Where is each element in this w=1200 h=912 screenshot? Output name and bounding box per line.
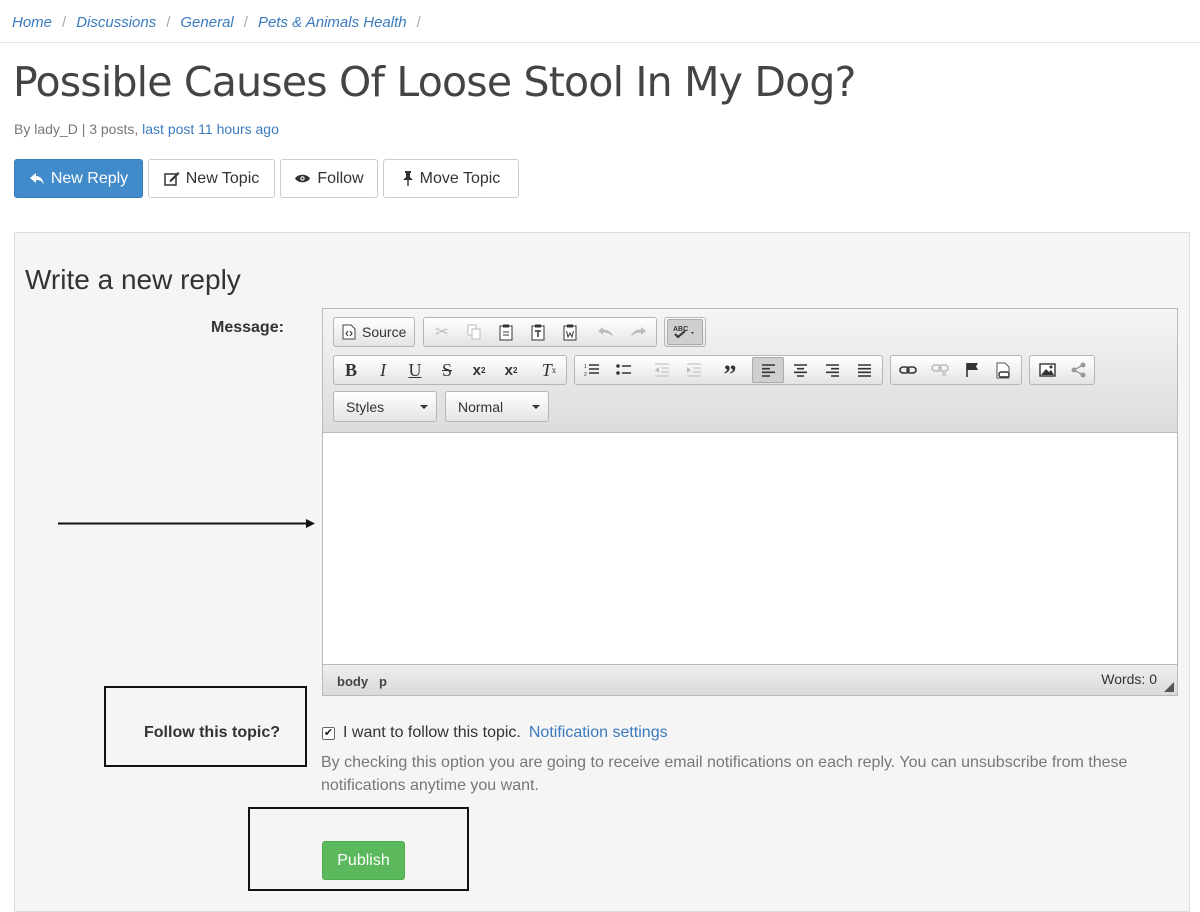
chevron-down-icon [420,405,428,409]
svg-text:2: 2 [584,372,587,377]
image-icon[interactable] [1031,357,1063,383]
paste-icon[interactable] [490,319,522,345]
follow-checkbox[interactable]: ✔ [322,726,335,740]
format-dropdown[interactable]: Normal [445,391,549,422]
breadcrumb-separator: / [416,14,421,31]
move-topic-button[interactable]: Move Topic [383,159,519,198]
link-icon[interactable] [892,357,924,383]
pushpin-icon [402,171,413,186]
svg-text:1: 1 [584,364,587,370]
follow-topic-label: Follow this topic? [144,724,280,741]
file-link-icon[interactable] [988,357,1020,383]
numbered-list-icon[interactable]: 12 [576,357,608,383]
message-label: Message: [211,319,284,336]
bulleted-list-icon[interactable] [608,357,640,383]
paste-word-icon[interactable] [554,319,586,345]
breadcrumb-separator: / [62,14,67,31]
links-group [890,355,1022,385]
cut-icon[interactable]: ✂ [426,319,458,345]
last-post-link[interactable]: last post 11 hours ago [142,121,279,137]
indent-icon[interactable] [678,357,710,383]
topic-meta-author: By lady_D | 3 posts, [14,121,139,137]
paste-text-icon[interactable] [522,319,554,345]
blockquote-icon[interactable]: ” [714,357,746,389]
styles-label: Styles [346,399,385,415]
remove-format-icon[interactable]: Tx [533,357,565,383]
strikethrough-icon[interactable]: S [431,357,463,383]
follow-button[interactable]: Follow [280,159,378,198]
editor-content-area[interactable] [323,433,1177,664]
copy-icon[interactable] [458,319,490,345]
breadcrumb-separator: / [166,14,171,31]
breadcrumb-home[interactable]: Home [12,14,52,31]
format-label: Normal [458,399,504,415]
new-topic-button[interactable]: New Topic [148,159,275,198]
reply-heading: Write a new reply [25,264,241,295]
follow-help-text: By checking this option you are going to… [321,754,1128,794]
new-topic-label: New Topic [185,169,260,187]
follow-checkbox-label: I want to follow this topic. [343,724,521,741]
reply-icon [29,172,44,185]
source-icon [342,324,356,340]
anchor-flag-icon[interactable] [956,357,988,383]
spellcheck-group: ABC [664,317,706,347]
chevron-down-icon [532,405,540,409]
eye-icon [295,174,311,183]
annotation-arrow [58,519,315,528]
path-body[interactable]: body [337,674,368,689]
notification-settings-link[interactable]: Notification settings [529,724,668,742]
undo-icon[interactable] [590,319,622,345]
move-topic-label: Move Topic [419,169,501,187]
bold-icon[interactable]: B [335,357,367,383]
spellcheck-icon[interactable]: ABC [667,319,703,345]
justify-icon[interactable] [848,357,880,383]
superscript-icon[interactable]: x2 [495,357,527,383]
breadcrumb-separator: / [243,14,248,31]
edit-icon [163,172,180,186]
clipboard-group: ✂ [423,317,657,347]
resize-handle-icon[interactable] [1164,682,1174,692]
align-right-icon[interactable] [816,357,848,383]
svg-text:ABC: ABC [673,326,688,333]
source-group: Source [333,317,415,347]
message-editor: Source ✂ ABC B I U S x 2 x 2 T x 1 2 ” S… [322,308,1178,696]
editor-toolbar: Source ✂ ABC B I U S x 2 x 2 T x 1 2 ” S… [323,309,1177,433]
new-reply-label: New Reply [50,169,129,187]
follow-label: Follow [317,169,364,187]
breadcrumb-general[interactable]: General [180,14,233,31]
subscript-icon[interactable]: x2 [463,357,495,383]
publish-button[interactable]: Publish [322,841,405,880]
breadcrumb-pets-animals-health[interactable]: Pets & Animals Health [258,14,407,31]
italic-icon[interactable]: I [367,357,399,383]
checkmark-icon: ✔ [323,726,334,739]
outdent-icon[interactable] [646,357,678,383]
breadcrumb: Home / Discussions / General / Pets & Animals … [0,0,1200,43]
new-reply-button[interactable]: New Reply [14,159,143,198]
basic-styles-group: B I U S x2 x2 Tx [333,355,567,385]
insert-group [1029,355,1095,385]
align-left-icon[interactable] [752,357,784,383]
topic-meta: By lady_D | 3 posts, last post 11 hours … [14,121,279,137]
styles-dropdown[interactable]: Styles [333,391,437,422]
path-p[interactable]: p [379,674,387,689]
page-title: Possible Causes Of Loose Stool In My Dog… [13,58,856,106]
share-icon[interactable] [1063,357,1095,383]
source-button[interactable]: Source [334,319,414,345]
underline-icon[interactable]: U [399,357,431,383]
breadcrumb-discussions[interactable]: Discussions [76,14,156,31]
redo-icon[interactable] [622,319,654,345]
paragraph-group: 12 ” [574,355,883,389]
editor-statusbar: body p Words: 0 [323,664,1177,695]
unlink-icon[interactable] [924,357,956,383]
align-center-icon[interactable] [784,357,816,383]
word-count: Words: 0 [1101,671,1157,687]
follow-row: ✔ I want to follow this topic. Notificat… [322,724,668,742]
source-label: Source [362,324,407,340]
